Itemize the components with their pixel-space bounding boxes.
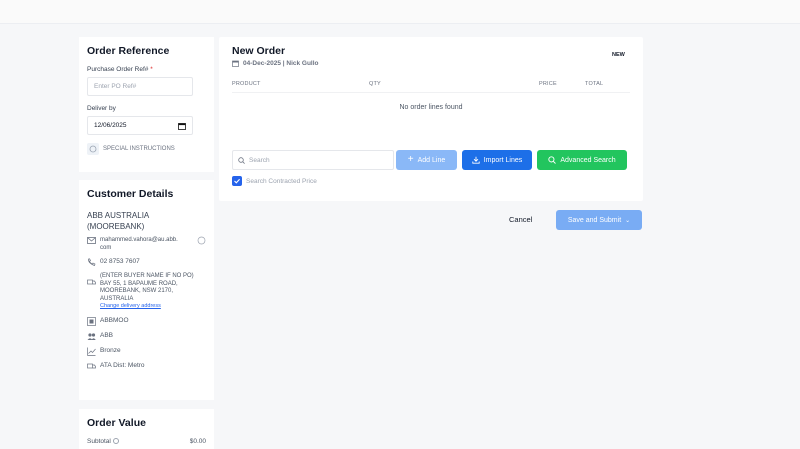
advanced-search-button[interactable]: Advanced Search [537,150,627,170]
order-meta-text: 04-Dec-2025 | Nick Gullo [243,60,319,67]
col-total: TOTAL [585,81,604,87]
phone-icon [88,258,96,266]
customer-details-card: Customer Details ABB AUSTRALIA (MOOREBAN… [79,180,214,400]
checkbox[interactable] [232,176,242,186]
search-input[interactable]: Search [232,150,394,170]
customer-dist: ATA Dist: Metro [100,361,145,369]
special-instructions-label: SPECIAL INSTRUCTIONS [103,146,175,152]
deliver-date-input[interactable]: 12/06/2025 [87,116,193,135]
add-line-button[interactable]: + Add Line [396,150,457,170]
info-icon [112,438,119,445]
calendar-icon[interactable] [178,122,186,130]
subtotal-row: Subtotal $0.00 [87,438,206,445]
code-row: ABBMOO [87,317,206,326]
contracted-price-toggle[interactable]: Search Contracted Price [232,176,317,186]
customer-name-line2: (MOOREBANK) [87,222,145,231]
change-delivery-address-link[interactable]: Change delivery address [100,303,161,309]
empty-message: No order lines found [399,104,463,111]
email-line2: com [100,245,112,251]
download-icon [472,156,480,164]
customer-name: ABB AUSTRALIA (MOOREBANK) [87,210,206,232]
calendar-icon [232,60,239,67]
search-icon [548,156,557,164]
order-value-title: Order Value [87,417,146,429]
address-line1: (ENTER BUYER NAME IF NO PO) [100,273,194,279]
delivery-truck-icon [87,363,96,368]
col-qty: QTY [369,81,381,87]
required-marker: * [150,66,153,73]
instructions-icon [87,143,99,155]
address-line3: MOOREBANK, NSW 2170, [100,288,174,294]
subtotal-label: Subtotal [87,438,119,445]
customer-tier: Bronze [100,346,121,354]
save-submit-button[interactable]: Save and Submit ⌄ [556,210,642,230]
col-product: PRODUCT [232,81,261,87]
search-placeholder: Search [249,156,270,164]
tier-row: Bronze [87,347,206,356]
order-value-card: Order Value Subtotal $0.00 [79,409,214,449]
customer-code: ABBMOO [100,316,129,324]
dist-row: ATA Dist: Metro [87,362,206,371]
save-submit-label: Save and Submit [567,216,622,224]
mail-icon [87,237,96,244]
order-meta: 04-Dec-2025 | Nick Gullo [232,60,319,67]
col-price: PRICE [539,81,557,87]
barcode-icon [87,316,96,326]
po-label: Purchase Order Ref# [87,66,149,73]
address-row: (ENTER BUYER NAME IF NO PO) BAY 55, 1 BA… [87,273,206,311]
table-header: PRODUCT QTY PRICE TOTAL [232,81,630,93]
address-line4: AUSTRALIA [100,295,134,302]
email-row: mahammed.vahora@au.abb. com [87,236,206,252]
import-lines-label: Import Lines [483,156,523,164]
check-icon [234,178,241,184]
subtotal-value: $0.00 [189,438,206,445]
status-badge: NEW [612,52,625,58]
email-line1: mahammed.vahora@au.abb. [100,237,178,243]
top-bar [0,0,800,24]
advanced-search-label: Advanced Search [560,156,616,164]
add-line-label: Add Line [417,156,446,164]
sidebar: Order Reference Purchase Order Ref# * En… [79,37,214,449]
deliver-date-value: 12/06/2025 [94,122,127,129]
po-placeholder: Enter PO Ref# [94,83,137,90]
customer-group: ABB [100,331,114,339]
search-icon [238,156,245,164]
order-reference-card: Order Reference Purchase Order Ref# * En… [79,37,214,172]
address-line2: BAY 55, 1 BAPAUME ROAD, [100,280,178,287]
special-instructions-button[interactable]: SPECIAL INSTRUCTIONS [87,143,206,155]
order-reference-title: Order Reference [87,45,170,57]
group-row: ABB [87,332,206,341]
cancel-button[interactable]: Cancel [509,215,532,224]
chevron-down-icon: ⌄ [625,217,631,224]
import-lines-button[interactable]: Import Lines [462,150,532,170]
po-input[interactable]: Enter PO Ref# [87,77,193,96]
deliver-label: Deliver by [87,105,116,112]
customer-name-line1: ABB AUSTRALIA [87,211,150,220]
new-order-card: New Order 04-Dec-2025 | Nick Gullo NEW P… [219,37,643,201]
new-order-title: New Order [232,45,286,57]
trend-icon [87,347,96,356]
contracted-price-label: Search Contracted Price [246,177,317,185]
customer-details-title: Customer Details [87,188,174,200]
help-icon[interactable] [197,236,206,245]
phone-value: 02 8753 7607 [100,258,140,265]
plus-icon: + [407,154,414,165]
users-icon [87,332,96,340]
phone-row: 02 8753 7607 [87,258,206,267]
truck-icon [87,279,96,285]
